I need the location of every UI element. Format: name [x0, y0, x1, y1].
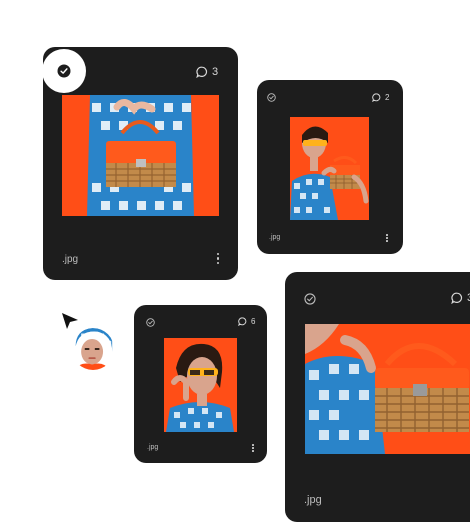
avatar[interactable]: [70, 326, 116, 372]
file-thumbnail[interactable]: [290, 117, 369, 220]
comment-count-label: 3: [212, 66, 219, 78]
comment-count[interactable]: 3: [196, 66, 218, 78]
photo-woman-sunglasses-basket: [290, 117, 369, 220]
check-circle-icon[interactable]: [304, 293, 316, 305]
file-card-c[interactable]: 6 .jpg: [134, 305, 267, 463]
file-extension: .jpg: [62, 254, 79, 265]
photo-woman-sunglasses-portrait: [164, 338, 237, 432]
more-vertical-icon[interactable]: [215, 253, 221, 264]
comment-count[interactable]: 2: [372, 93, 389, 102]
comment-count-label: 2: [385, 93, 390, 102]
avatar-photo: [72, 328, 114, 370]
more-vertical-icon[interactable]: [251, 444, 255, 452]
file-extension: .jpg: [304, 494, 322, 506]
comment-count[interactable]: 6: [238, 317, 255, 326]
file-card-d[interactable]: 3 .jpg: [285, 272, 470, 522]
photo-woman-checkered-dress-basket: [62, 95, 219, 216]
check-circle-icon[interactable]: [57, 64, 71, 78]
file-thumbnail[interactable]: [62, 95, 219, 216]
more-vertical-icon[interactable]: [385, 234, 389, 242]
comment-bubble-icon: [372, 93, 381, 102]
comment-count-label: 6: [251, 317, 256, 326]
photo-woman-holding-basket-closeup: [305, 324, 470, 454]
file-thumbnail[interactable]: [305, 324, 470, 454]
check-circle-icon[interactable]: [267, 93, 276, 102]
comment-bubble-icon: [196, 66, 208, 78]
comment-count[interactable]: 3: [451, 292, 470, 304]
comment-bubble-icon: [238, 317, 247, 326]
comment-bubble-icon: [451, 292, 463, 304]
file-extension: .jpg: [269, 234, 281, 241]
check-circle-icon[interactable]: [146, 318, 155, 327]
file-extension: .jpg: [147, 444, 159, 451]
file-thumbnail[interactable]: [164, 338, 237, 432]
file-card-b[interactable]: 2 .jpg: [257, 80, 403, 254]
